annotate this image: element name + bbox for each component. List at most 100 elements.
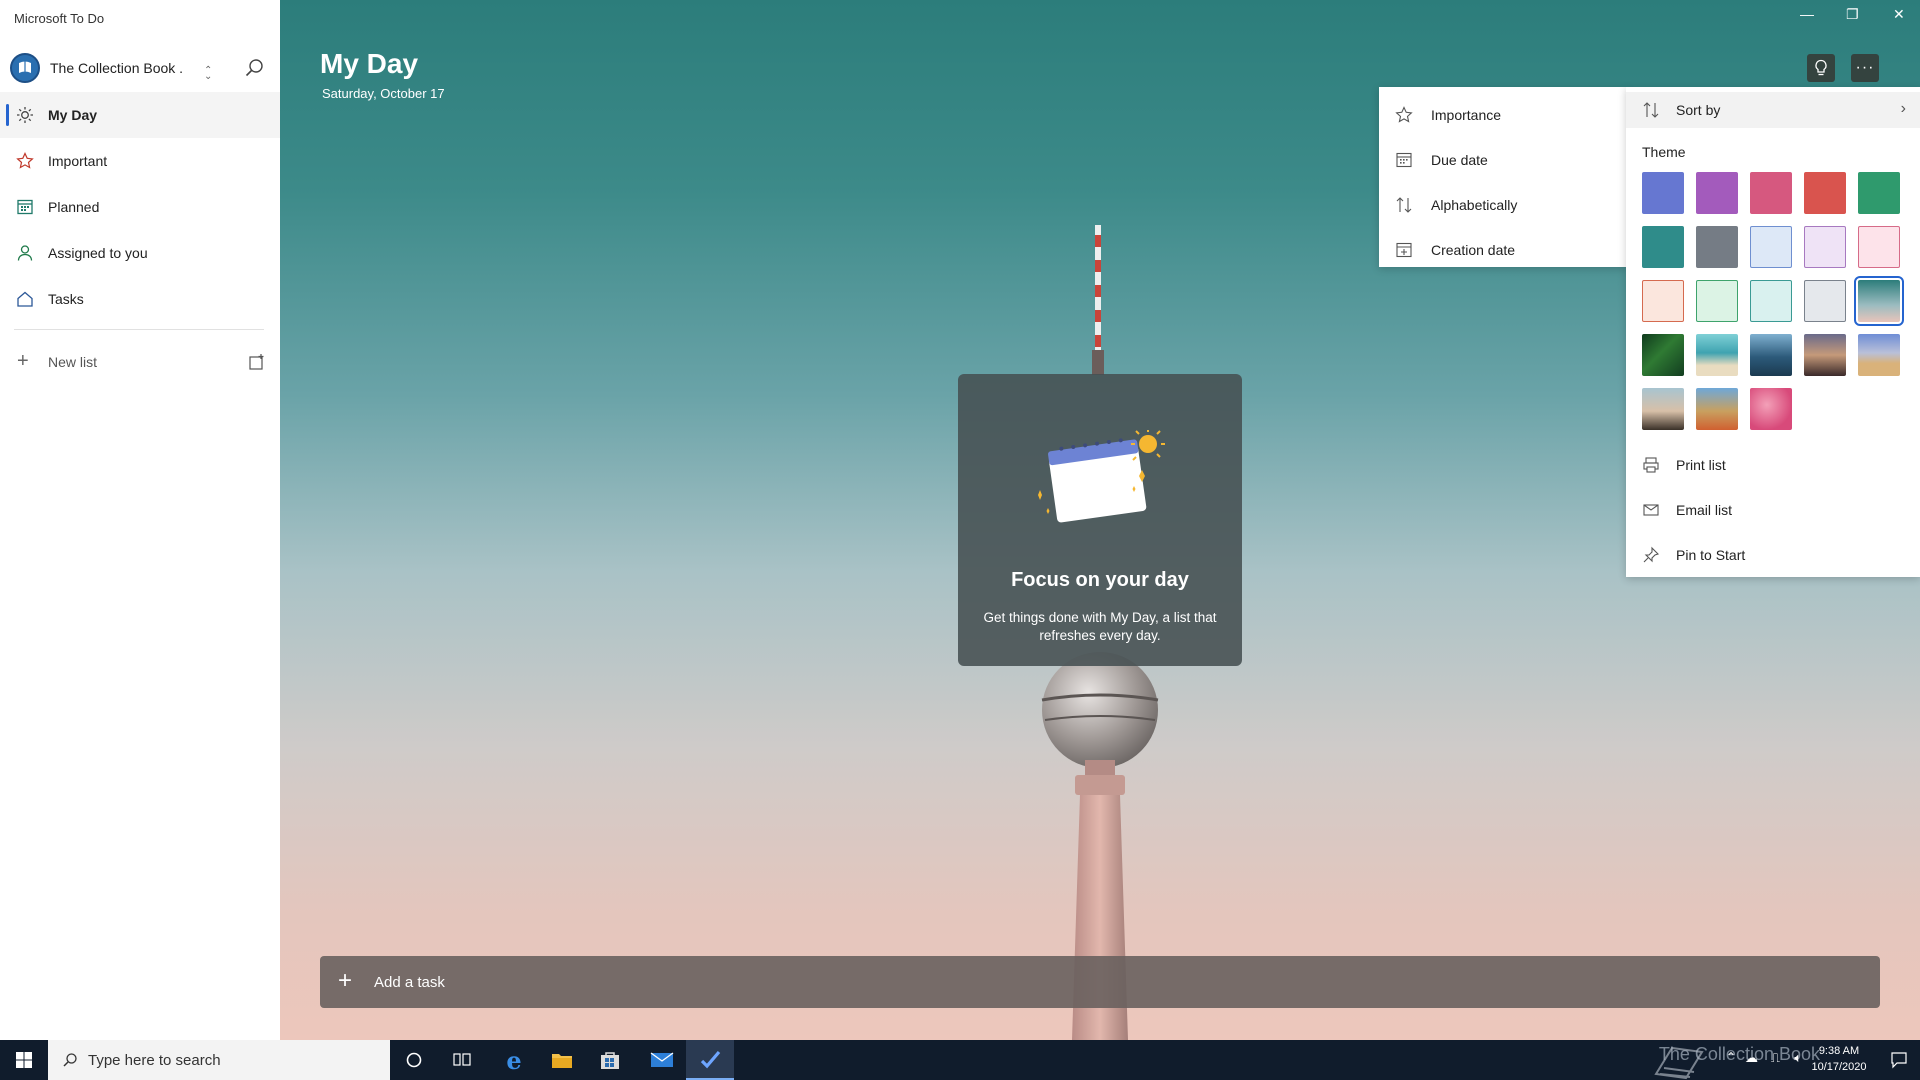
menu-item-label: Pin to Start xyxy=(1676,547,1746,563)
account-switcher[interactable]: The Collection Book . ⌃ ⌄ xyxy=(10,50,270,86)
calendar-illustration xyxy=(1038,430,1165,523)
ellipsis-icon: ··· xyxy=(1855,59,1875,76)
sort-importance-item[interactable]: Importance xyxy=(1379,97,1627,133)
theme-swatch-light-green[interactable] xyxy=(1696,280,1738,322)
theme-swatch-red[interactable] xyxy=(1804,172,1846,214)
star-icon xyxy=(16,152,34,169)
email-list-item[interactable]: Email list xyxy=(1626,492,1920,528)
app-title: Microsoft To Do xyxy=(14,11,105,26)
sidebar-item-label: Assigned to you xyxy=(48,245,148,261)
chevron-right-icon: › xyxy=(1900,100,1906,117)
sidebar-item-tasks[interactable]: Tasks xyxy=(0,276,280,322)
person-icon xyxy=(17,245,33,261)
theme-swatch-teal[interactable] xyxy=(1642,226,1684,268)
new-list-button[interactable]: + New list xyxy=(0,348,280,376)
sidebar-item-label: Planned xyxy=(48,199,100,215)
theme-swatch-photo-lighthouse[interactable] xyxy=(1642,388,1684,430)
microsoft-store-icon[interactable] xyxy=(586,1040,634,1080)
restore-icon[interactable]: ❐ xyxy=(1846,6,1859,23)
theme-swatch-light-orange[interactable] xyxy=(1642,280,1684,322)
sort-creation-date-item[interactable]: Creation date xyxy=(1379,232,1627,268)
focus-card-title: Focus on your day xyxy=(1011,569,1189,591)
file-explorer-icon[interactable] xyxy=(538,1040,586,1080)
book-icon xyxy=(19,61,31,73)
clock-time: 9:38 AM xyxy=(1818,1045,1860,1057)
sidebar-item-important[interactable]: Important xyxy=(0,138,280,184)
cortana-icon[interactable] xyxy=(390,1040,438,1080)
clock-date: 10/17/2020 xyxy=(1811,1061,1867,1073)
windows-start-icon[interactable] xyxy=(0,1040,48,1080)
mail-app-icon[interactable] xyxy=(638,1040,686,1080)
lightbulb-icon xyxy=(1815,59,1827,76)
theme-swatch-photo-beach[interactable] xyxy=(1696,334,1738,376)
plus-icon: + xyxy=(17,350,29,372)
theme-swatch-photo-palm[interactable] xyxy=(1804,334,1846,376)
minimize-icon[interactable]: — xyxy=(1800,6,1814,22)
account-avatar xyxy=(10,53,40,83)
theme-swatch-photo-mountains[interactable] xyxy=(1750,334,1792,376)
list-options-menu: Sort by › Theme Print list Email list Pi… xyxy=(1626,87,1920,577)
sidebar-item-assigned[interactable]: Assigned to you xyxy=(0,230,280,276)
volume-icon[interactable]: 🔈︎ xyxy=(1794,1050,1802,1066)
pin-to-start-item[interactable]: Pin to Start xyxy=(1626,537,1920,573)
menu-item-label: Alphabetically xyxy=(1431,197,1518,213)
theme-swatch-photo-field[interactable] xyxy=(1696,388,1738,430)
taskbar-search-input[interactable]: Type here to search xyxy=(48,1040,390,1080)
theme-swatch-gray[interactable] xyxy=(1696,226,1738,268)
new-list-label: New list xyxy=(48,354,98,370)
home-icon xyxy=(17,291,33,307)
search-icon xyxy=(63,1053,77,1067)
theme-swatch-light-gray[interactable] xyxy=(1804,280,1846,322)
chevron-up-icon[interactable]: ⌃ xyxy=(1726,1050,1736,1064)
more-options-button[interactable]: ··· xyxy=(1851,54,1879,82)
sidebar: Microsoft To Do The Collection Book . ⌃ ⌄… xyxy=(0,0,280,1040)
add-task-input[interactable]: + Add a task xyxy=(320,956,1880,1008)
onedrive-icon[interactable]: ☁ xyxy=(1745,1050,1758,1066)
sidebar-item-label: Tasks xyxy=(48,291,84,307)
menu-item-label: Sort by xyxy=(1676,102,1721,118)
theme-swatch-light-teal[interactable] xyxy=(1750,280,1792,322)
network-icon[interactable]: ⎍ xyxy=(1771,1050,1780,1066)
sort-by-submenu: Importance Due date Alphabetically Creat… xyxy=(1379,87,1627,267)
search-icon[interactable] xyxy=(243,56,267,80)
task-view-icon[interactable] xyxy=(438,1040,486,1080)
theme-swatch-blue[interactable] xyxy=(1642,172,1684,214)
sort-arrows-icon xyxy=(1396,197,1412,213)
menu-item-label: Print list xyxy=(1676,457,1726,473)
sidebar-item-label: Important xyxy=(48,153,108,169)
sidebar-item-planned[interactable]: Planned xyxy=(0,184,280,230)
plus-icon: + xyxy=(338,967,353,994)
notifications-icon[interactable] xyxy=(1890,1051,1908,1069)
theme-swatch-purple[interactable] xyxy=(1696,172,1738,214)
theme-swatch-photo-leaves[interactable] xyxy=(1642,334,1684,376)
todo-app-icon[interactable] xyxy=(686,1040,734,1080)
focus-card-description: Get things done with My Day, a list that… xyxy=(983,610,1217,643)
calendar-add-icon xyxy=(1396,242,1412,258)
theme-swatch-photo-pink[interactable] xyxy=(1750,388,1792,430)
theme-swatch-pink[interactable] xyxy=(1750,172,1792,214)
mail-icon xyxy=(1643,504,1659,516)
print-list-item[interactable]: Print list xyxy=(1626,447,1920,483)
theme-swatch-light-blue[interactable] xyxy=(1750,226,1792,268)
edge-browser-icon[interactable]: e xyxy=(490,1040,538,1080)
theme-swatch-light-pink[interactable] xyxy=(1858,226,1900,268)
chevron-updown-icon: ⌃ ⌄ xyxy=(204,65,213,82)
new-group-icon[interactable] xyxy=(248,353,266,371)
windows-taskbar: Type here to search e The Collection Boo… xyxy=(0,1040,1920,1080)
sort-due-date-item[interactable]: Due date xyxy=(1379,142,1627,178)
page-date: Saturday, October 17 xyxy=(322,86,445,101)
theme-swatch-light-purple[interactable] xyxy=(1804,226,1846,268)
clock[interactable]: 9:38 AM 10/17/2020 xyxy=(1804,1043,1874,1075)
sort-alphabetically-item[interactable]: Alphabetically xyxy=(1379,187,1627,223)
taskbar-search-placeholder: Type here to search xyxy=(88,1051,221,1069)
sort-by-item[interactable]: Sort by › xyxy=(1626,92,1920,128)
close-icon[interactable]: ✕ xyxy=(1893,6,1905,23)
menu-item-label: Creation date xyxy=(1431,242,1516,258)
theme-swatch-photo-desert[interactable] xyxy=(1858,334,1900,376)
theme-swatch-green[interactable] xyxy=(1858,172,1900,214)
page-title: My Day xyxy=(320,48,419,79)
theme-swatch-photo-tower[interactable] xyxy=(1854,276,1904,326)
suggestions-button[interactable] xyxy=(1807,54,1835,82)
sidebar-item-my-day[interactable]: My Day xyxy=(0,92,280,138)
pin-icon xyxy=(1643,546,1660,563)
